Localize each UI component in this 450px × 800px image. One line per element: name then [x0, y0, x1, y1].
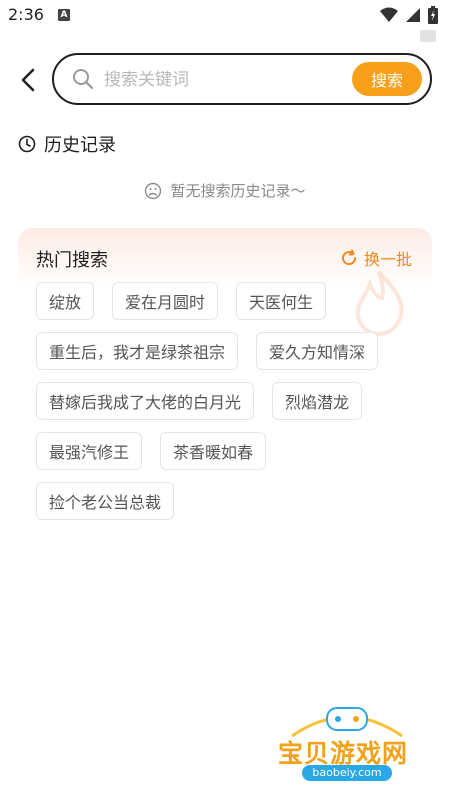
clock-icon: [18, 135, 36, 153]
hot-tag[interactable]: 茶香暖如春: [160, 432, 267, 470]
hot-tag[interactable]: 烈焰潜龙: [272, 382, 363, 420]
hot-tag[interactable]: 爱久方知情深: [256, 332, 379, 370]
status-icons: [380, 6, 438, 24]
watermark-logo: 宝贝游戏网 baobeiy.com: [272, 700, 422, 795]
hot-tag[interactable]: 爱在月圆时: [112, 282, 219, 320]
refresh-label: 换一批: [363, 250, 412, 269]
hot-tag[interactable]: 最强汽修王: [36, 432, 143, 470]
corner-badge: [420, 30, 436, 42]
refresh-icon: [342, 249, 356, 266]
hot-search-title: 热门搜索: [36, 250, 108, 271]
hot-tag[interactable]: 替嫁后我成了大佬的白月光: [36, 382, 255, 420]
sad-face-icon: [145, 182, 162, 199]
hot-tags: 绽放 爱在月圆时 天医何生 重生后，我才是绿茶祖宗 爱久方知情深 替嫁后我成了大…: [36, 282, 420, 520]
history-empty: 暂无搜索历史记录～: [0, 180, 450, 201]
status-bar: 2:36 A: [0, 0, 450, 42]
search-button[interactable]: 搜索: [352, 62, 422, 96]
notification-a-icon: A: [58, 9, 70, 21]
refresh-button[interactable]: 换一批: [340, 246, 412, 270]
history-title: 历史记录: [44, 135, 116, 156]
hot-tag[interactable]: 天医何生: [236, 282, 327, 320]
search-input[interactable]: [104, 65, 344, 95]
history-header: 历史记录: [18, 131, 116, 157]
status-time: 2:36: [8, 5, 44, 24]
search-box: 搜索: [52, 53, 432, 105]
hot-tag[interactable]: 重生后，我才是绿茶祖宗: [36, 332, 239, 370]
signal-icon: [406, 8, 420, 22]
chevron-left-icon: [21, 68, 35, 92]
watermark-url: baobeiy.com: [302, 765, 392, 781]
hot-tag[interactable]: 绽放: [36, 282, 95, 320]
hot-search-card: 热门搜索 换一批 绽放 爱在月圆时 天医何生 重生后，我才是绿茶祖宗 爱久方知情…: [18, 228, 432, 538]
hot-tag[interactable]: 捡个老公当总裁: [36, 482, 175, 520]
battery-icon: [428, 6, 438, 24]
back-button[interactable]: [16, 64, 40, 96]
history-empty-text: 暂无搜索历史记录～: [170, 182, 306, 200]
wifi-icon: [380, 7, 398, 22]
search-icon: [73, 69, 94, 90]
